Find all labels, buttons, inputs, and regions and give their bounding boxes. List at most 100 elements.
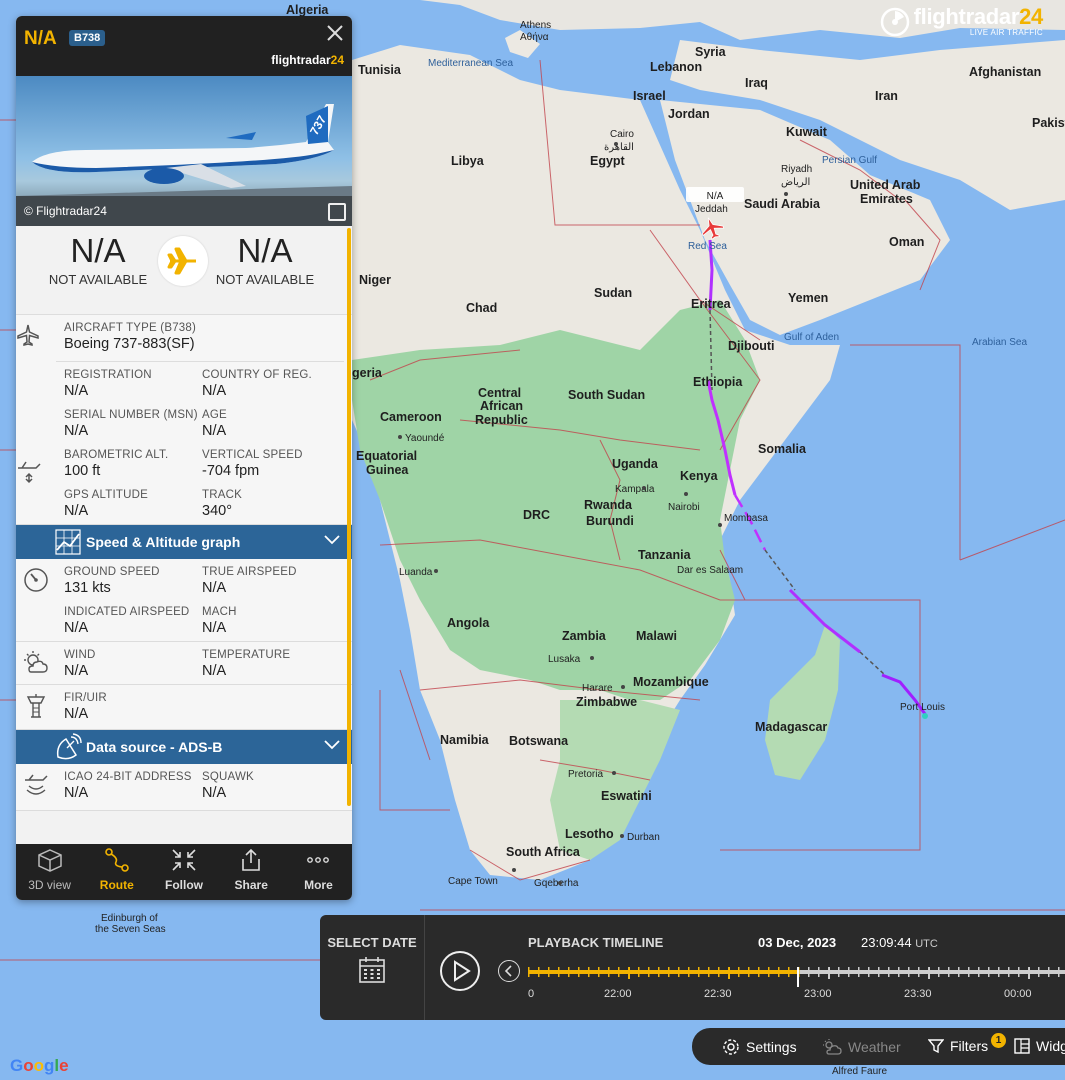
timeline-tick — [1008, 967, 1010, 977]
timeline-tick — [638, 967, 640, 977]
airplane-icon — [17, 324, 39, 346]
select-date-label: SELECT DATE — [327, 935, 417, 950]
country-label: Tanzania — [638, 548, 692, 562]
vertical-speed-label: VERTICAL SPEED — [202, 449, 303, 461]
aircraft-section: AIRCRAFT TYPE (B738) Boeing 737-883(SF) … — [16, 315, 352, 525]
weather-label: Weather — [848, 1039, 901, 1055]
timeline-label: 22:30 — [704, 988, 732, 1000]
timeline-tick — [588, 967, 590, 977]
timeline-tick — [828, 967, 830, 979]
registration-value: N/A — [64, 383, 89, 399]
panel-bottom-nav: 3D view Route Follow Share More — [16, 844, 352, 900]
aircraft-type-value: Boeing 737-883(SF) — [64, 336, 195, 352]
data-source-toggle[interactable]: Data source - ADS-B — [16, 730, 352, 764]
playback-time: 23:09:44 — [861, 935, 912, 950]
timeline-label: 23:00 — [804, 988, 832, 1000]
gps-alt-label: GPS ALTITUDE — [64, 489, 148, 501]
weather-button[interactable]: Weather — [822, 1038, 901, 1056]
wind-weather-icon — [24, 651, 48, 673]
city-label: Mombasa — [724, 513, 768, 524]
external-link-icon[interactable] — [328, 203, 346, 221]
widgets-button[interactable]: Widg — [1014, 1038, 1065, 1054]
timeline-tick — [598, 967, 600, 977]
country-label: geria — [352, 366, 383, 380]
serial-value: N/A — [64, 423, 89, 439]
aircraft-type-badge: B738 — [69, 30, 106, 46]
country-label: Syria — [695, 45, 727, 59]
aircraft-type-label: AIRCRAFT TYPE (B738) — [64, 322, 197, 334]
playback-timeline-title: PLAYBACK TIMELINE — [528, 935, 664, 950]
country-label: Chad — [466, 301, 497, 315]
play-button[interactable] — [440, 951, 480, 991]
mach-value: N/A — [202, 620, 227, 636]
filter-icon — [928, 1039, 944, 1054]
timeline-cursor[interactable] — [797, 967, 799, 987]
city-label: Cape Town — [448, 876, 498, 887]
route-button[interactable]: Route — [83, 844, 150, 900]
share-button[interactable]: Share — [218, 844, 285, 900]
country-label: Lesotho — [565, 827, 614, 841]
aircraft-info-panel: N/A B738 flightradar24 737 © Flightradar… — [16, 16, 352, 900]
play-icon — [454, 960, 471, 982]
origin-name: NOT AVAILABLE — [48, 272, 148, 287]
baro-alt-value: 100 ft — [64, 463, 101, 479]
share-label: Share — [234, 878, 268, 892]
google-logo: Google — [10, 1056, 69, 1075]
country-label: Emirates — [860, 192, 913, 206]
panel-scroll-area[interactable]: N/A NOT AVAILABLE N/A NOT AVAILABLE AIRC… — [16, 226, 352, 844]
fir-label: FIR/UIR — [64, 692, 107, 704]
callsign: N/A — [24, 28, 57, 49]
more-button[interactable]: More — [285, 844, 352, 900]
country-label: Rwanda — [584, 498, 633, 512]
filters-button[interactable]: Filters — [928, 1038, 988, 1054]
logo-tagline: LIVE AIR TRAFFIC — [969, 28, 1043, 37]
timeline-label: 00:00 — [1004, 988, 1032, 1000]
timeline-tick — [848, 967, 850, 977]
logo-suffix: 24 — [1019, 4, 1043, 29]
speed-altitude-graph-toggle[interactable]: Speed & Altitude graph — [16, 525, 352, 559]
sea-label: Gulf of Aden — [784, 332, 839, 343]
true-airspeed-value: N/A — [202, 580, 227, 596]
select-date-button[interactable]: SELECT DATE — [320, 915, 425, 1020]
serial-label: SERIAL NUMBER (MSN) — [64, 409, 198, 421]
city-label: Harare — [582, 683, 613, 694]
origin-code: N/A — [70, 232, 126, 269]
country-label: Jordan — [668, 107, 710, 121]
settings-button[interactable]: Settings — [722, 1038, 797, 1056]
mach-label: MACH — [202, 606, 237, 618]
timeline-tick — [658, 967, 660, 977]
speedometer-icon — [24, 568, 48, 592]
temperature-value: N/A — [202, 663, 227, 679]
timeline-tick — [688, 967, 690, 977]
panel-brand: flightradar24 — [271, 53, 344, 67]
3d-view-label: 3D view — [28, 878, 71, 892]
city-label: Pretoria — [568, 769, 603, 780]
3d-view-button[interactable]: 3D view — [16, 844, 83, 900]
route-summary: N/A NOT AVAILABLE N/A NOT AVAILABLE — [16, 226, 352, 315]
step-back-button[interactable] — [498, 960, 520, 982]
close-icon[interactable] — [326, 24, 344, 46]
timeline-tick — [628, 967, 630, 979]
playback-time-wrap: 23:09:44 UTC — [861, 935, 938, 950]
panel-scrollbar[interactable] — [347, 228, 351, 806]
country-label: Iran — [875, 89, 898, 103]
country-label: Oman — [889, 235, 924, 249]
timeline-tick — [578, 967, 580, 977]
timeline-tick — [1018, 967, 1020, 977]
more-icon — [307, 857, 330, 863]
city-label: Cairo — [610, 129, 634, 140]
share-icon — [242, 848, 261, 871]
timeline-tick — [918, 967, 920, 977]
squawk-label: SQUAWK — [202, 771, 254, 783]
origin-marker — [922, 713, 928, 719]
country-label: United Arab — [850, 178, 921, 192]
country-label: Israel — [633, 89, 666, 103]
cube-icon — [37, 849, 62, 872]
aircraft-photo[interactable]: 737 © Flightradar24 — [16, 76, 352, 226]
follow-button[interactable]: Follow — [150, 844, 217, 900]
timeline-tick — [738, 967, 740, 977]
route-label: Route — [99, 878, 134, 892]
radar-icon — [880, 7, 909, 36]
ground-speed-label: GROUND SPEED — [64, 566, 160, 578]
timeline-tick — [938, 967, 940, 977]
